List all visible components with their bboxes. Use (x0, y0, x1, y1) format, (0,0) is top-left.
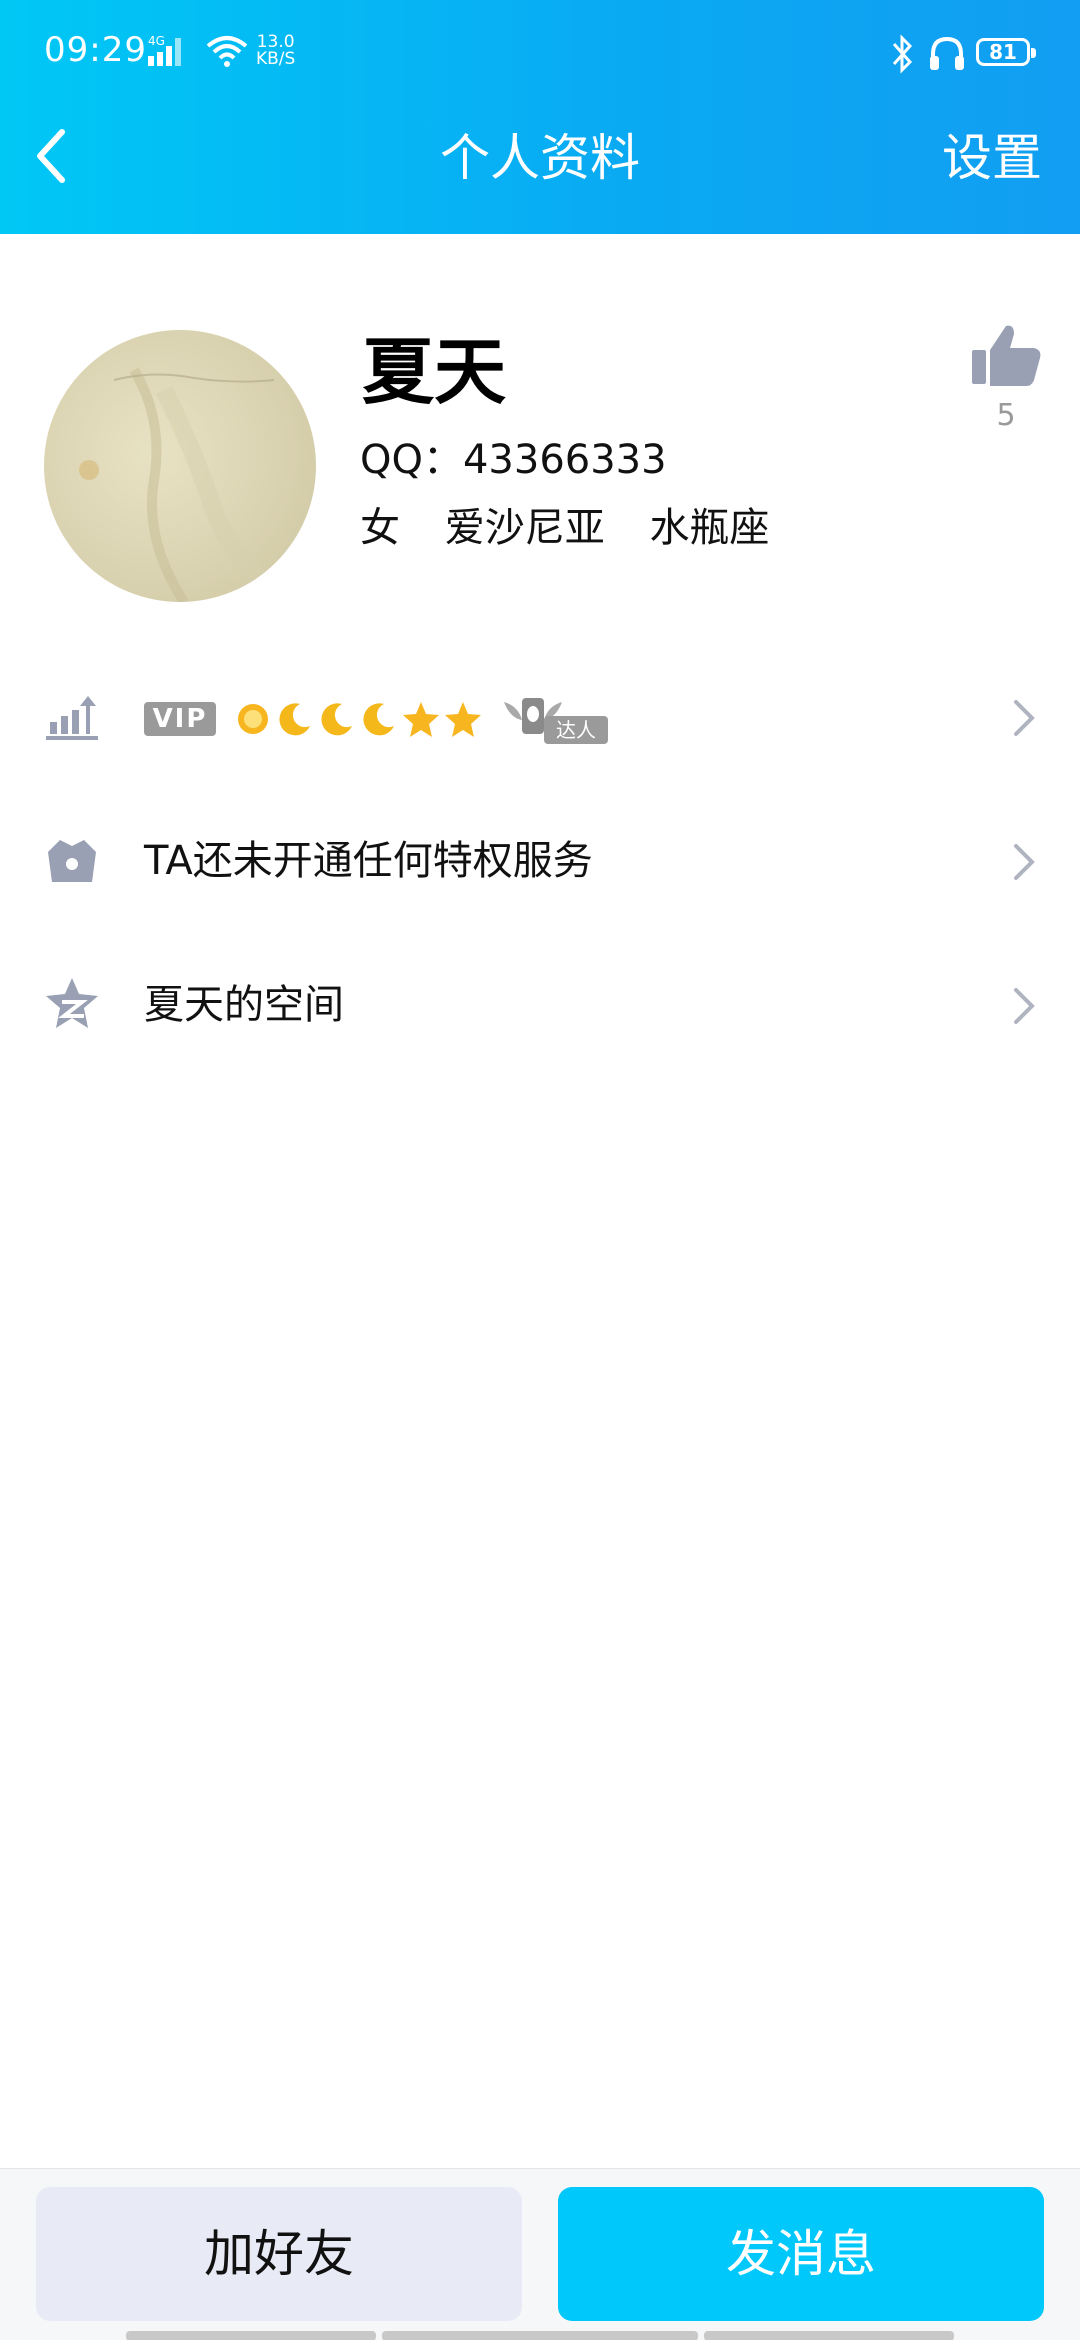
profile-page: 09:29 4G 13.0 KB/S 81 个人资料 设置 夏天 QQ：4336… (0, 0, 1080, 2340)
level-chart-icon (46, 696, 98, 740)
battery-indicator: 81 (976, 38, 1036, 66)
profile-details: 女 爱沙尼亚 水瓶座 (360, 502, 791, 554)
daren-label: 达人 (556, 718, 596, 742)
page-title: 个人资料 (440, 129, 640, 187)
qzone-star-icon (46, 978, 98, 1028)
header: 09:29 4G 13.0 KB/S 81 个人资料 设置 (0, 0, 1080, 234)
moon-icon (363, 703, 394, 736)
add-friend-button[interactable]: 加好友 (36, 2187, 522, 2321)
qzone-row[interactable]: 夏天的空间 (0, 940, 1080, 1070)
headphones-icon (930, 36, 964, 70)
wifi-icon (206, 36, 248, 67)
level-row[interactable]: VIP 达人 (0, 652, 1080, 782)
gender: 女 (360, 505, 400, 551)
status-bar: 09:29 4G 13.0 KB/S 81 (0, 0, 1080, 100)
chevron-right-icon (1014, 844, 1035, 880)
zodiac: 水瓶座 (649, 505, 770, 551)
avatar-image (79, 367, 280, 602)
status-time: 09:29 (44, 30, 147, 70)
qq-number: QQ：43366333 (360, 437, 667, 483)
sun-icon (238, 704, 268, 734)
star-icon (403, 702, 439, 737)
nav-indicator (704, 2331, 954, 2340)
settings-button[interactable]: 设置 (942, 126, 1042, 190)
nickname: 夏天 (362, 330, 507, 414)
nav-indicator (382, 2331, 698, 2340)
cellular-signal-icon: 4G (148, 34, 181, 66)
network-speed: 13.0 KB/S (256, 34, 295, 68)
privilege-row[interactable]: TA还未开通任何特权服务 (0, 796, 1080, 926)
location: 爱沙尼亚 (444, 505, 605, 551)
chevron-right-icon (1014, 988, 1035, 1024)
crown-icon (48, 840, 96, 882)
moon-icon (279, 703, 310, 736)
nav-indicator (126, 2331, 376, 2340)
network-type: 4G (148, 34, 165, 48)
bluetooth-icon (892, 34, 913, 74)
send-message-button[interactable]: 发消息 (558, 2187, 1044, 2321)
thumbs-up-icon[interactable] (970, 320, 1042, 392)
speed-unit: KB/S (256, 49, 296, 69)
qzone-label: 夏天的空间 (144, 982, 344, 1028)
star-icon (445, 702, 481, 737)
moon-icon (321, 703, 352, 736)
vip-badge: VIP (144, 702, 216, 736)
daren-badge-icon: 达人 (504, 698, 608, 744)
privilege-label: TA还未开通任何特权服务 (144, 838, 593, 884)
like-count: 5 (996, 398, 1016, 433)
bottom-action-bar: 加好友 发消息 (0, 2168, 1080, 2340)
avatar[interactable] (44, 330, 316, 602)
chevron-right-icon (1014, 700, 1035, 736)
